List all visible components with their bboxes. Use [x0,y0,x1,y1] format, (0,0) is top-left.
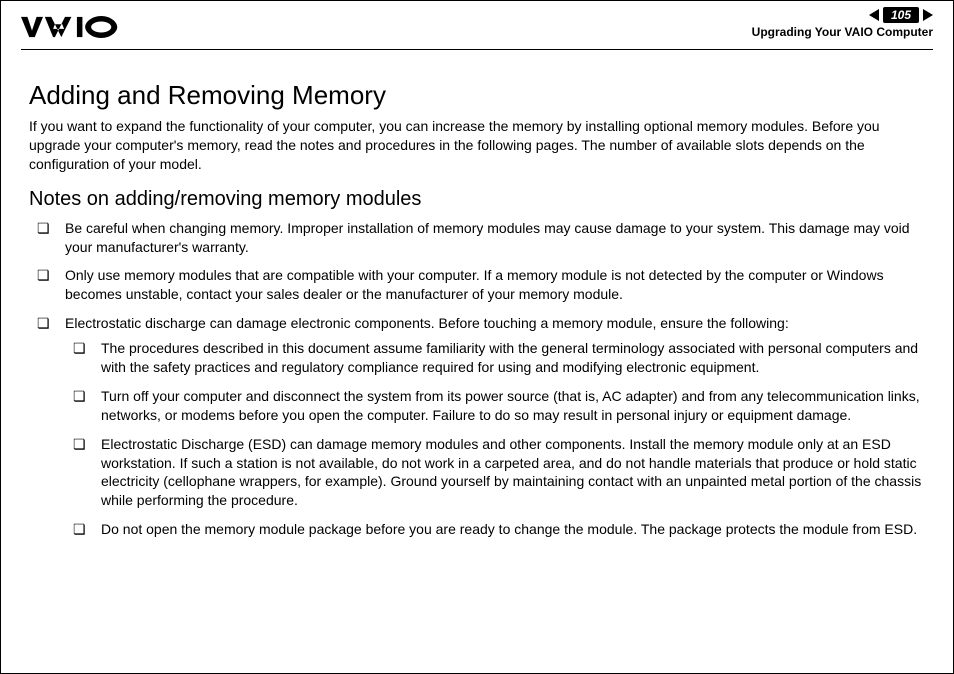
page-content: Adding and Removing Memory If you want t… [1,50,953,539]
list-item: Do not open the memory module package be… [65,520,925,539]
breadcrumb: Upgrading Your VAIO Computer [752,25,933,39]
next-page-arrow-icon[interactable] [923,9,933,21]
prev-page-arrow-icon[interactable] [869,9,879,21]
vaio-logo-icon [21,13,131,41]
page-number-badge: 105 [883,7,919,23]
list-item: Electrostatic discharge can damage elect… [29,314,925,539]
section-subtitle: Notes on adding/removing memory modules [29,188,925,211]
list-item: Only use memory modules that are compati… [29,266,925,304]
header-right: 105 Upgrading Your VAIO Computer [752,7,933,40]
list-item-text: Electrostatic discharge can damage elect… [65,315,789,331]
list-item: Electrostatic Discharge (ESD) can damage… [65,435,925,511]
page-header: 105 Upgrading Your VAIO Computer [1,1,953,49]
page-title: Adding and Removing Memory [29,80,925,111]
list-item: Turn off your computer and disconnect th… [65,387,925,425]
list-item: The procedures described in this documen… [65,339,925,377]
notes-list: Be careful when changing memory. Imprope… [29,219,925,539]
notes-sublist: The procedures described in this documen… [65,339,925,539]
intro-paragraph: If you want to expand the functionality … [29,117,925,174]
page-nav: 105 [752,7,933,23]
list-item: Be careful when changing memory. Imprope… [29,219,925,257]
